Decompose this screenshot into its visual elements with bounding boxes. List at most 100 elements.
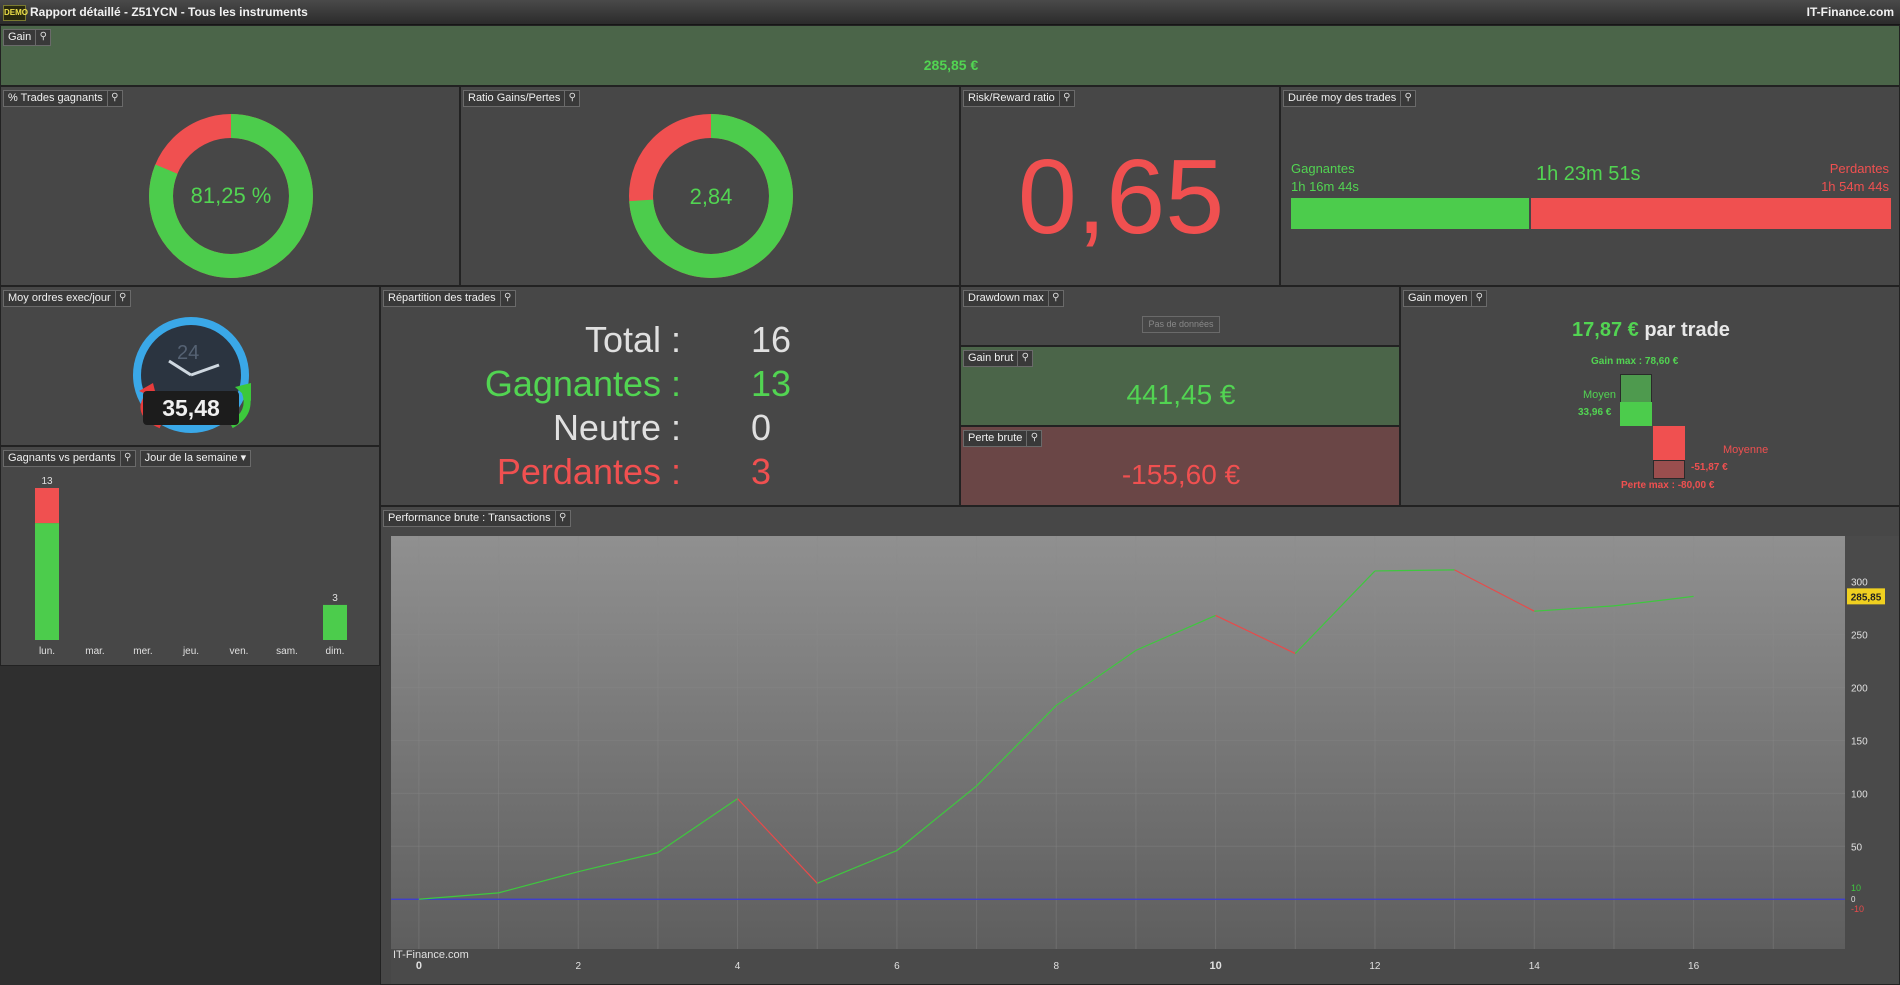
ratio-value: 2,84 [689,184,733,209]
pin-icon[interactable]: ⚲ [500,290,516,307]
perte-max-label: Perte max : -80,00 € [1621,480,1715,491]
gvp-day-label: jeu. [182,646,199,657]
plot-area [391,536,1845,949]
last-value-label: 285,85 [1851,592,1882,603]
gvp-loss-bar [35,488,59,524]
gvp-day-label: mer. [133,646,152,657]
zero-band-label: 0 [1851,895,1856,904]
pin-icon[interactable]: ⚲ [1027,430,1043,447]
pin-icon[interactable]: ⚲ [1059,90,1075,107]
pin-icon[interactable]: ⚲ [1018,350,1034,367]
y-tick-label: 50 [1851,842,1863,853]
repartition-value: 13 [751,363,792,404]
repartition-row: Perdantes : 3 [381,449,959,493]
gvp-win-bar [323,604,347,640]
rr-value: 0,65 [1017,138,1225,256]
gvp-day-label: lun. [39,646,55,657]
repartition-row: Neutre : 0 [381,405,959,449]
moyen-label: Moyen [1583,389,1617,401]
moy-ordres-value: 35,48 [162,395,220,421]
gvp-day-label: sam. [276,646,298,657]
repartition-label: Perdantes : [496,451,681,492]
duree-moyenne: 1h 23m 51s [1536,163,1641,185]
pin-icon[interactable]: ⚲ [1401,90,1417,107]
repartition-row: Gagnantes : 13 [381,361,959,405]
performance-panel: Performance brute : Transactions ⚲ 50 100 1… [380,506,1900,985]
gain-avg-bar [1620,402,1652,426]
repartition-label: Neutre : [552,407,681,448]
clock-number: 24 [177,342,200,364]
x-tick-label: 0 [416,960,422,972]
y-tick-label: 300 [1851,578,1868,589]
drawdown-nodata: Pas de données [1142,316,1220,333]
gain-max-label: Gain max : 78,60 € [1591,356,1679,367]
gain-moyen-headline: 17,87 € par trade [1572,319,1730,341]
drawdown-panel: Drawdown max ⚲ Pas de données [960,286,1400,346]
repartition-panel: Répartition des trades ⚲ Total :16 Gagnant… [380,286,960,506]
y-tick-label: 200 [1851,683,1868,694]
duree-gagnantes-label: Gagnantes [1291,161,1355,176]
trades-gagnants-panel: % Trades gagnants ⚲ 81,25 % [0,86,460,286]
moyenne-label: Moyenne [1723,444,1769,456]
duree-gagnantes-value: 1h 16m 44s [1291,179,1359,194]
performance-chart: 501001502002503000 2 4 6 8 10 12 14 16100-10285,… [391,536,1899,984]
duree-panel: Durée moy des trades ⚲ Gagnantes 1h 16m 4… [1280,86,1900,286]
gain-panel: Gain ⚲ 285,85 € [0,25,1900,86]
x-tick-label: 10 [1209,960,1221,972]
repartition-value: 3 [751,451,772,492]
perte-brute-value: -155,60 € [1121,459,1241,490]
gain-brut-value: 441,45 € [1126,379,1236,410]
moyen-value: 33,96 € [1578,407,1612,418]
pin-icon[interactable]: ⚲ [1472,290,1488,307]
repartition-label: Gagnantes : [484,363,681,404]
duree-bar-win [1291,198,1531,229]
x-axis-area [391,949,1899,984]
gain-brut-panel: Gain brut ⚲ 441,45 € [960,346,1400,426]
x-tick-label: 14 [1529,961,1541,972]
trades-gagnants-value: 81,25 % [190,183,272,208]
gvp-win-bar [35,523,59,640]
perte-brute-panel: Perte brute ⚲ -155,60 € [960,426,1400,506]
repartition-label: Total : [584,319,681,360]
pin-icon[interactable]: ⚲ [1048,290,1064,307]
x-tick-label: 16 [1688,961,1700,972]
pin-icon[interactable]: ⚲ [36,29,52,46]
y-tick-label: 250 [1851,630,1868,641]
ratio-panel: Ratio Gains/Pertes ⚲ 2,84 [460,86,960,286]
duree-bar [1291,198,1891,229]
window-title: Rapport détaillé - Z51YCN - Tous les ins… [30,5,308,19]
rr-panel: Risk/Reward ratio ⚲ 0,65 [960,86,1280,286]
gain-value: 285,85 € [923,57,979,73]
repartition-value: 0 [751,407,772,448]
gvp-day-label: ven. [230,646,249,657]
x-tick-label: 8 [1053,961,1059,972]
gvp-day-label: mar. [85,646,104,657]
y-tick-label: 100 [1851,789,1868,800]
repartition-row: Total : 16 [381,317,959,361]
zero-band-label: -10 [1851,904,1864,914]
title-bar: DEMO Rapport détaillé - Z51YCN - Tous le… [0,0,1900,25]
moy-ordres-panel: Moy ordres exec/jour ⚲ 24 35,48 [0,286,380,446]
gvp-bar-label: 3 [332,593,338,604]
gvp-chart: 13 lun. mar. mer. jeu. ven. sam. 3 dim. [35,476,347,657]
loss-max-bar [1653,460,1685,479]
duree-perdantes-value: 1h 54m 44s [1821,179,1889,194]
brand-label: IT-Finance.com [1806,5,1894,19]
x-tick-label: 2 [575,961,581,972]
gain-title: Gain ⚲ [3,29,52,46]
gvp-day-label: dim. [326,646,345,657]
moyenne-value: -51,87 € [1691,462,1728,473]
gvp-bar-label: 13 [41,476,53,487]
zero-band-label: 10 [1851,883,1861,893]
repartition-value: 16 [751,319,792,360]
duree-perdantes-label: Perdantes [1829,161,1889,176]
demo-logo: DEMO [3,5,28,21]
y-tick-label: 150 [1851,736,1868,747]
loss-avg-bar [1653,426,1685,460]
gvp-panel: Gagnants vs perdants ⚲ Jour de la semaine … [0,446,380,666]
x-tick-label: 6 [894,961,900,972]
chart-watermark: IT-Finance.com [393,949,469,961]
clock-gauge [133,317,251,433]
x-tick-label: 12 [1369,961,1381,972]
x-tick-label: 4 [735,961,741,972]
